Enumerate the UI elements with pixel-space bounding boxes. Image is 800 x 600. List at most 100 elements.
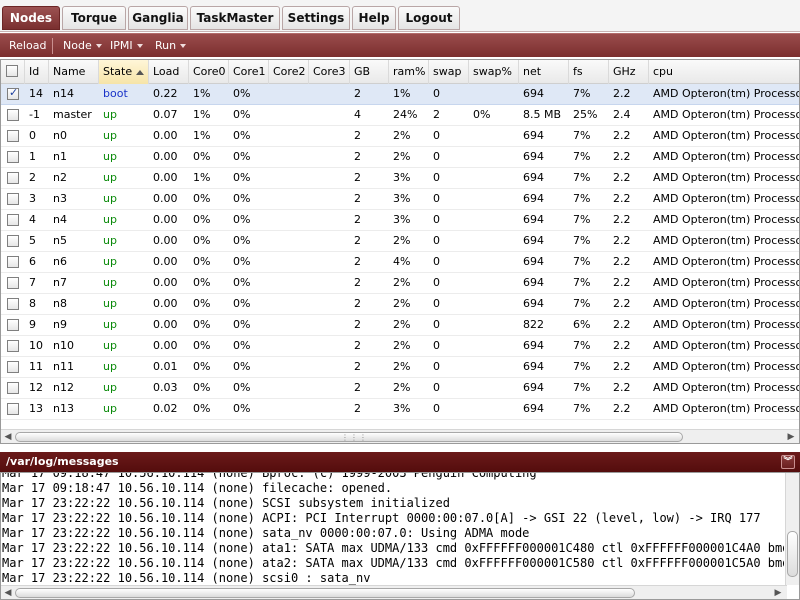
cell-core0: 0%	[193, 255, 211, 268]
cell-ghz: 2.2	[613, 150, 631, 163]
cell-ghz: 2.2	[613, 234, 631, 247]
table-row[interactable]: 0 n0 up 0.00 1% 0% 2 2% 0 694 7% 2.2 AMD Opteron(tm)…	[1, 126, 799, 147]
grid-horizontal-scrollbar[interactable]: ◀ ⋮⋮⋮ ▶	[1, 429, 799, 443]
table-row[interactable]: 9 n9 up 0.00 0% 0% 2 2% 0 822 6% 2.2 AMD Opteron(tm)…	[1, 315, 799, 336]
log-hscroll-thumb[interactable]	[15, 588, 635, 598]
cell-state: boot	[103, 87, 128, 100]
cell-core0: 0%	[193, 192, 211, 205]
cell-net: 694	[523, 234, 544, 247]
select-all-checkbox[interactable]	[6, 65, 18, 77]
ipmi-menu-button[interactable]: IPMI	[110, 39, 143, 52]
table-row[interactable]: 6 n6 up 0.00 0% 0% 2 4% 0 694 7% 2.2 AMD Opteron(tm)…	[1, 252, 799, 273]
cell-core2	[269, 84, 309, 104]
row-checkbox[interactable]	[7, 340, 19, 352]
cell-core1: 0%	[233, 213, 251, 226]
arrow-right-icon[interactable]: ▶	[772, 587, 784, 599]
row-checkbox[interactable]	[7, 214, 19, 226]
column-header-name[interactable]: Name	[49, 60, 99, 84]
column-header-ram[interactable]: ram%	[389, 60, 429, 84]
tab-taskmaster[interactable]: TaskMaster	[190, 6, 280, 30]
row-checkbox[interactable]	[7, 403, 19, 415]
cell-cpu: AMD Opteron(tm) Processor	[653, 318, 799, 331]
table-row[interactable]: 10 n10 up 0.00 0% 0% 2 2% 0 694 7% 2.2 AMD Opteron(t…	[1, 336, 799, 357]
select-all-header[interactable]	[1, 60, 25, 84]
cell-swap-pct	[469, 357, 519, 377]
table-row[interactable]: 3 n3 up 0.00 0% 0% 2 3% 0 694 7% 2.2 AMD Opteron(tm)…	[1, 189, 799, 210]
tab-ganglia[interactable]: Ganglia	[128, 6, 188, 30]
table-row[interactable]: 5 n5 up 0.00 0% 0% 2 2% 0 694 7% 2.2 AMD Opteron(tm)…	[1, 231, 799, 252]
cell-gb: 4	[354, 108, 361, 121]
row-checkbox[interactable]	[7, 109, 19, 121]
cell-state: up	[103, 276, 117, 289]
log-panel: Mar 17 09:18:47 10.56.10.114 (none) Bpro…	[0, 472, 800, 600]
table-row[interactable]: -1 master up 0.07 1% 0% 4 24% 2 0% 8.5 MB 25% 2.4 AMD…	[1, 105, 799, 126]
column-header-core1[interactable]: Core1	[229, 60, 269, 84]
cell-state: up	[103, 171, 117, 184]
table-row[interactable]: 8 n8 up 0.00 0% 0% 2 2% 0 694 7% 2.2 AMD Opteron(tm)…	[1, 294, 799, 315]
column-header-gb[interactable]: GB	[350, 60, 389, 84]
column-header-core3[interactable]: Core3	[309, 60, 350, 84]
cell-core2	[269, 378, 309, 398]
column-header-load[interactable]: Load	[149, 60, 189, 84]
arrow-right-icon[interactable]: ▶	[785, 431, 797, 443]
column-header-core0[interactable]: Core0	[189, 60, 229, 84]
column-header-cpu[interactable]: cpu	[649, 60, 799, 84]
row-checkbox[interactable]	[7, 256, 19, 268]
sort-ascending-icon	[136, 69, 145, 75]
row-checkbox[interactable]	[7, 277, 19, 289]
column-header-ghz[interactable]: GHz	[609, 60, 649, 84]
column-header-net[interactable]: net	[519, 60, 569, 84]
cell-name: n4	[53, 213, 67, 226]
cell-core0: 0%	[193, 339, 211, 352]
row-checkbox[interactable]	[7, 361, 19, 373]
row-checkbox[interactable]	[7, 235, 19, 247]
row-checkbox[interactable]	[7, 86, 19, 100]
table-row[interactable]: 4 n4 up 0.00 0% 0% 2 3% 0 694 7% 2.2 AMD Opteron(tm)…	[1, 210, 799, 231]
run-menu-button[interactable]: Run	[155, 39, 187, 52]
cell-id: 6	[29, 255, 36, 268]
table-row[interactable]: 11 n11 up 0.01 0% 0% 2 2% 0 694 7% 2.2 AMD Opteron(t…	[1, 357, 799, 378]
arrow-left-icon[interactable]: ◀	[2, 587, 14, 599]
row-checkbox[interactable]	[7, 298, 19, 310]
table-row[interactable]: 7 n7 up 0.00 0% 0% 2 2% 0 694 7% 2.2 AMD Opteron(tm)…	[1, 273, 799, 294]
tab-logout[interactable]: Logout	[398, 6, 460, 30]
cell-core3	[309, 357, 350, 377]
row-checkbox[interactable]	[7, 172, 19, 184]
chevron-down-icon	[95, 44, 102, 48]
column-header-swap[interactable]: swap	[429, 60, 469, 84]
tab-help[interactable]: Help	[352, 6, 396, 30]
table-row[interactable]: 2 n2 up 0.00 1% 0% 2 3% 0 694 7% 2.2 AMD Opteron(tm)…	[1, 168, 799, 189]
tab-settings[interactable]: Settings	[282, 6, 350, 30]
row-checkbox[interactable]	[7, 319, 19, 331]
reload-button[interactable]: Reload	[9, 39, 46, 52]
cell-fs: 7%	[573, 339, 591, 352]
cell-gb: 2	[354, 192, 361, 205]
cell-core1: 0%	[233, 318, 251, 331]
log-vertical-scrollbar[interactable]	[785, 473, 799, 585]
table-row[interactable]: 13 n13 up 0.02 0% 0% 2 3% 0 694 7% 2.2 AMD Opteron(t…	[1, 399, 799, 420]
row-checkbox[interactable]	[7, 151, 19, 163]
row-checkbox[interactable]	[7, 382, 19, 394]
double-chevron-down-icon[interactable]: ︾	[781, 455, 795, 469]
tab-torque[interactable]: Torque	[62, 6, 126, 30]
log-vscroll-thumb[interactable]	[787, 531, 798, 577]
column-header-id[interactable]: Id	[25, 60, 49, 84]
cell-fs: 25%	[573, 108, 598, 121]
arrow-left-icon[interactable]: ◀	[2, 431, 14, 443]
cell-name: n6	[53, 255, 67, 268]
row-checkbox[interactable]	[7, 193, 19, 205]
column-header-swap-pct[interactable]: swap%	[469, 60, 519, 84]
node-menu-button[interactable]: Node	[63, 39, 102, 52]
row-checkbox[interactable]	[7, 130, 19, 142]
tab-nodes[interactable]: Nodes	[2, 6, 60, 30]
column-header-core2[interactable]: Core2	[269, 60, 309, 84]
table-row[interactable]: 12 n12 up 0.03 0% 0% 2 2% 0 694 7% 2.2 AMD Opteron(t…	[1, 378, 799, 399]
column-header-fs[interactable]: fs	[569, 60, 609, 84]
cell-gb: 2	[354, 213, 361, 226]
table-row[interactable]: 1 n1 up 0.00 0% 0% 2 2% 0 694 7% 2.2 AMD Opteron(tm)…	[1, 147, 799, 168]
column-header-state[interactable]: State	[99, 60, 149, 84]
grid-header: Id Name State Load Core0 Core1 Core2 Cor…	[1, 60, 799, 84]
table-row[interactable]: 14 n14 boot 0.22 1% 0% 2 1% 0 694 7% 2.2 AMD Opteron…	[1, 84, 799, 105]
log-horizontal-scrollbar[interactable]: ◀ ▶	[1, 585, 787, 599]
cell-fs: 7%	[573, 381, 591, 394]
